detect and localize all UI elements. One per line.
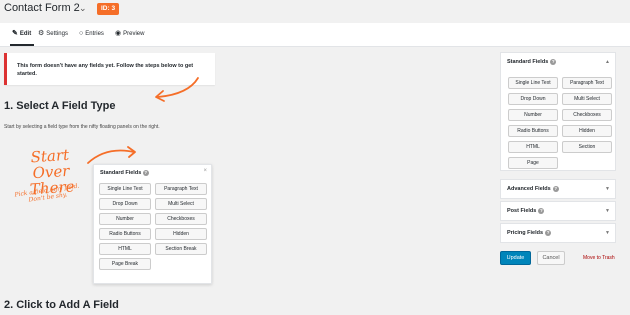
tab-edit-label: Edit	[19, 30, 32, 37]
post-fields-title: Post Fields	[507, 208, 537, 214]
step1-heading: 1. Select A Field Type	[4, 100, 116, 112]
field-drop-down-button[interactable]: Drop Down	[508, 93, 558, 105]
active-tab-indicator	[10, 44, 34, 46]
chevron-down-icon[interactable]: ▼	[605, 186, 610, 192]
illustration-field-button: Page Break	[99, 258, 151, 270]
pricing-fields-header: Pricing Fields ?	[507, 230, 552, 236]
field-number-button[interactable]: Number	[508, 109, 558, 121]
illustration-field-button: Multi Select	[155, 198, 207, 210]
move-to-trash-link[interactable]: Move to Trash	[583, 255, 615, 261]
help-icon: ?	[142, 170, 149, 176]
empty-form-notice: This form doesn't have any fields yet. F…	[4, 53, 215, 85]
field-radio-buttons-button[interactable]: Radio Buttons	[508, 125, 558, 137]
illustration-field-button: Paragraph Text	[155, 183, 207, 195]
chevron-down-icon[interactable]: ⌄	[79, 3, 87, 14]
standard-fields-header[interactable]: Standard Fields ?	[507, 59, 557, 65]
tab-settings[interactable]: ⚙ Settings	[38, 30, 68, 37]
tab-entries-label: Entries	[85, 30, 104, 37]
cancel-button[interactable]: Cancel	[537, 251, 565, 265]
field-page-button[interactable]: Page	[508, 157, 558, 169]
eye-icon: ◉	[115, 30, 122, 37]
form-title: Contact Form 2	[4, 2, 80, 14]
illustration-title-text: Standard Fields	[100, 170, 142, 176]
arrow-to-panel	[87, 149, 135, 164]
standard-fields-panel: Standard Fields ? ▲ Single Line Text Par…	[500, 52, 616, 171]
tab-edit[interactable]: ✎ Edit	[12, 30, 31, 37]
standard-fields-title: Standard Fields	[507, 59, 549, 65]
editor-toolbar: ✎ Edit ⚙ Settings ○ Entries ◉ Preview	[0, 23, 630, 47]
field-hidden-button[interactable]: Hidden	[562, 125, 612, 137]
field-single-line-text-button[interactable]: Single Line Text	[508, 77, 558, 89]
help-icon: ?	[538, 208, 545, 214]
standard-fields-buttons: Single Line Text Paragraph Text Drop Dow…	[508, 77, 612, 169]
tab-preview-label: Preview	[123, 30, 145, 37]
illustration-title: Standard Fields ?	[100, 170, 149, 176]
chevron-up-icon[interactable]: ▲	[605, 59, 610, 65]
update-button[interactable]: Update	[500, 251, 531, 265]
illustration-field-button: Drop Down	[99, 198, 151, 210]
help-icon: ?	[552, 186, 559, 192]
post-fields-panel[interactable]: Post Fields ? ▼	[500, 201, 616, 221]
illustration-button-grid: Single Line Text Paragraph Text Drop Dow…	[99, 183, 207, 270]
advanced-fields-header: Advanced Fields ?	[507, 186, 559, 192]
field-paragraph-text-button[interactable]: Paragraph Text	[562, 77, 612, 89]
form-id-badge: ID: 3	[97, 3, 120, 15]
illustration-field-button: Radio Buttons	[99, 228, 151, 240]
arrow-to-panel-head	[127, 146, 136, 158]
field-checkboxes-button[interactable]: Checkboxes	[562, 109, 612, 121]
help-icon: ?	[545, 230, 552, 236]
tab-entries[interactable]: ○ Entries	[79, 30, 104, 37]
chevron-down-icon[interactable]: ▼	[605, 208, 610, 214]
illustration-field-button: Number	[99, 213, 151, 225]
help-icon: ?	[550, 59, 557, 65]
chevron-down-icon[interactable]: ▼	[605, 230, 610, 236]
comment-icon: ○	[79, 30, 84, 37]
illustration-field-button: Checkboxes	[155, 213, 207, 225]
illustration-field-button: Single Line Text	[99, 183, 151, 195]
pricing-fields-panel[interactable]: Pricing Fields ? ▼	[500, 223, 616, 243]
tab-settings-label: Settings	[46, 30, 68, 37]
step2-heading: 2. Click to Add A Field	[4, 299, 119, 311]
gear-icon: ⚙	[38, 30, 45, 37]
tab-preview[interactable]: ◉ Preview	[115, 30, 144, 37]
pricing-fields-title: Pricing Fields	[507, 230, 544, 236]
field-section-button[interactable]: Section	[562, 141, 612, 153]
standard-fields-illustration: Standard Fields ? × Single Line Text Par…	[93, 164, 212, 284]
advanced-fields-panel[interactable]: Advanced Fields ? ▼	[500, 179, 616, 199]
post-fields-header: Post Fields ?	[507, 208, 545, 214]
edit-icon: ✎	[12, 30, 18, 37]
illustration-field-button: HTML	[99, 243, 151, 255]
close-icon: ×	[203, 168, 207, 174]
field-multi-select-button[interactable]: Multi Select	[562, 93, 612, 105]
illustration-field-button: Hidden	[155, 228, 207, 240]
step1-description: Start by selecting a field type from the…	[4, 124, 160, 130]
field-html-button[interactable]: HTML	[508, 141, 558, 153]
advanced-fields-title: Advanced Fields	[507, 186, 551, 192]
illustration-field-button: Section Break	[155, 243, 207, 255]
title-bar: Contact Form 2 ⌄ ID: 3	[0, 0, 630, 22]
arrow-to-notice-head	[155, 90, 165, 102]
notice-text: This form doesn't have any fields yet. F…	[17, 63, 194, 77]
